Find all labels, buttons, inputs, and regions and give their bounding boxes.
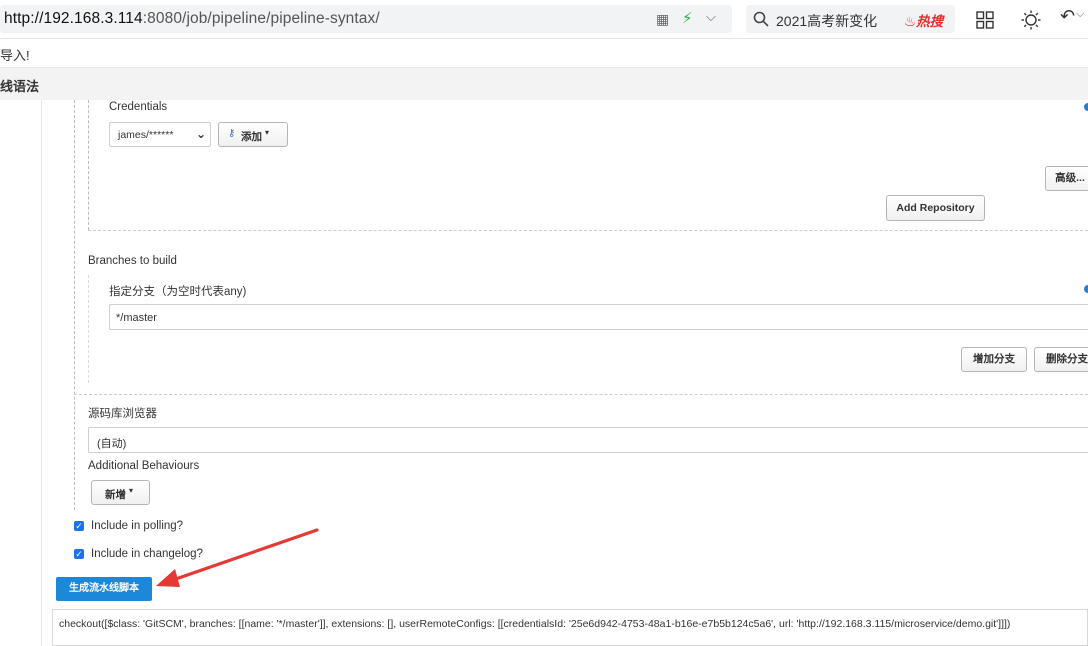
repo-browser-value: (自动): [97, 438, 127, 450]
repo-browser-label: 源码库浏览器: [88, 408, 157, 420]
undo-icon[interactable]: ↶: [1060, 6, 1075, 27]
caret-down-icon: ▾: [129, 486, 134, 495]
grid-icon[interactable]: [976, 11, 994, 29]
annotation-arrow: [156, 528, 319, 587]
page-header: 线语法: [0, 68, 1088, 100]
url-host: http://192.168.3.114: [4, 10, 143, 27]
credentials-select[interactable]: james/****** ⌄: [109, 122, 211, 147]
generated-script-text: checkout([$class: 'GitSCM', branches: [[…: [59, 618, 1011, 630]
brightness-icon[interactable]: [1021, 10, 1041, 30]
lightning-icon[interactable]: ⚡: [682, 9, 693, 27]
changelog-checkbox[interactable]: ✓: [74, 549, 84, 559]
branches-separator: [74, 394, 1088, 395]
flame-icon: ♨: [904, 14, 917, 29]
generate-script-button[interactable]: 生成流水线脚本: [56, 577, 152, 601]
repository-guide-line: [88, 100, 89, 230]
credentials-selected: james/******: [118, 129, 174, 141]
add-credentials-label: 添加: [241, 131, 262, 143]
message-bar: 导入!: [0, 39, 1088, 68]
add-credentials-button[interactable]: ⚷ 添加 ▾: [218, 122, 288, 147]
polling-checkbox[interactable]: ✓: [74, 521, 84, 531]
key-icon: ⚷: [228, 128, 236, 139]
generated-script-output[interactable]: checkout([$class: 'GitSCM', branches: [[…: [52, 609, 1088, 646]
hot-search-label: 热搜: [916, 14, 944, 29]
caret-down-icon: ▾: [265, 128, 270, 137]
help-icon[interactable]: [1084, 285, 1088, 293]
add-behaviour-button[interactable]: 新增 ▾: [91, 480, 150, 505]
credentials-label: Credentials: [109, 101, 168, 113]
add-behaviour-label: 新增: [105, 489, 126, 501]
search-box[interactable]: 2021高考新变化 ♨热搜: [746, 5, 955, 33]
add-repository-button[interactable]: Add Repository: [886, 195, 985, 221]
message-text: 导入!: [0, 48, 30, 63]
help-icon[interactable]: [1084, 103, 1088, 111]
search-text: 2021高考新变化: [776, 13, 878, 29]
branch-guide-line: [88, 275, 89, 383]
branch-spec-input[interactable]: */master: [109, 304, 1088, 330]
repository-separator: [88, 230, 1088, 231]
branch-spec-value: */master: [116, 312, 157, 324]
hot-search-badge[interactable]: ♨热搜: [904, 10, 943, 30]
chevron-down-icon[interactable]: ⌵: [706, 9, 716, 25]
branches-label: Branches to build: [88, 255, 177, 267]
qr-code-icon[interactable]: ▦: [656, 11, 669, 28]
search-icon: [753, 11, 769, 27]
repo-browser-select[interactable]: (自动): [88, 427, 1088, 453]
undo-dropdown-icon[interactable]: ⌵: [1076, 8, 1084, 21]
chevron-down-icon: ⌄: [196, 127, 207, 141]
add-branch-button[interactable]: 增加分支: [961, 347, 1027, 372]
browser-toolbar: http://192.168.3.114:8080/job/pipeline/p…: [0, 0, 1088, 39]
url-text[interactable]: http://192.168.3.114:8080/job/pipeline/p…: [4, 10, 380, 28]
url-path: :8080/job/pipeline/pipeline-syntax/: [142, 10, 380, 27]
page-title: 线语法: [0, 79, 40, 94]
behaviours-label: Additional Behaviours: [88, 460, 200, 472]
address-bar[interactable]: http://192.168.3.114:8080/job/pipeline/p…: [0, 5, 732, 33]
advanced-button[interactable]: 高级...: [1045, 166, 1088, 191]
branch-spec-label: 指定分支（为空时代表any): [109, 286, 247, 298]
section-guide-line: [74, 100, 75, 510]
side-panel: [0, 100, 42, 646]
delete-branch-button[interactable]: 删除分支: [1034, 347, 1088, 372]
